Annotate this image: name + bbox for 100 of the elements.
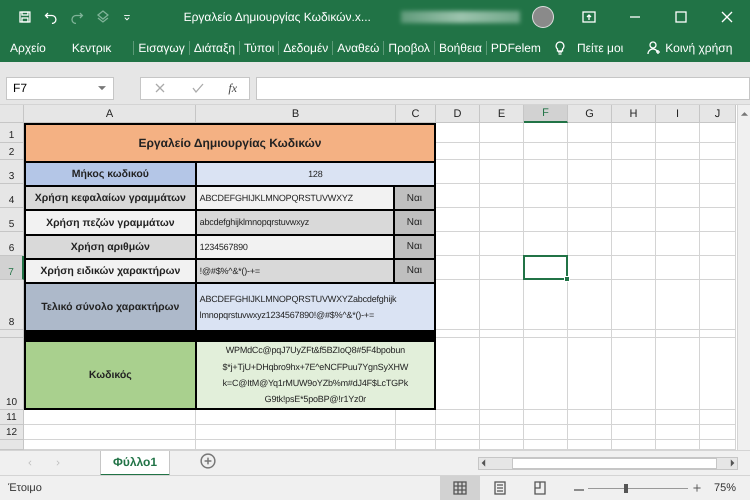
column-header[interactable]: C: [396, 105, 436, 123]
empty-cell[interactable]: [612, 280, 656, 330]
empty-cell[interactable]: [700, 256, 736, 280]
empty-cell[interactable]: [568, 425, 612, 440]
empty-cell[interactable]: [480, 280, 524, 330]
page-break-icon[interactable]: [532, 481, 547, 495]
empty-cell[interactable]: [196, 425, 396, 440]
redo-icon[interactable]: [70, 10, 84, 24]
row-header[interactable]: 12: [0, 425, 24, 440]
empty-cell[interactable]: [700, 425, 736, 440]
sheet-tab[interactable]: Φύλλο1: [100, 450, 170, 476]
empty-cell[interactable]: [524, 123, 568, 143]
touch-mode-icon[interactable]: [96, 10, 110, 24]
normal-view-icon[interactable]: [452, 481, 467, 495]
page-layout-icon[interactable]: [492, 481, 507, 495]
empty-cell[interactable]: [612, 330, 656, 338]
empty-cell[interactable]: [480, 143, 524, 160]
name-box[interactable]: F7: [6, 76, 114, 100]
column-header[interactable]: A: [24, 105, 196, 123]
ribbon-tab[interactable]: Διάταξη: [188, 40, 239, 54]
empty-cell[interactable]: [656, 410, 700, 425]
empty-cell[interactable]: [568, 410, 612, 425]
empty-cell[interactable]: [700, 410, 736, 425]
empty-cell[interactable]: [700, 330, 736, 338]
empty-cell[interactable]: [612, 425, 656, 440]
empty-cell[interactable]: [656, 123, 700, 143]
empty-cell[interactable]: [700, 160, 736, 184]
empty-cell[interactable]: [700, 143, 736, 160]
empty-cell[interactable]: [524, 184, 568, 208]
column-header[interactable]: J: [700, 105, 736, 123]
column-header[interactable]: B: [196, 105, 396, 123]
empty-cell[interactable]: [436, 410, 480, 425]
empty-cell[interactable]: [524, 338, 568, 410]
vertical-scrollbar[interactable]: [737, 105, 750, 450]
empty-cell[interactable]: [612, 184, 656, 208]
empty-cell[interactable]: [524, 330, 568, 338]
row-header[interactable]: 5: [0, 208, 24, 232]
empty-cell[interactable]: [656, 425, 700, 440]
empty-cell[interactable]: [612, 410, 656, 425]
zoom-level[interactable]: 75%: [714, 482, 736, 494]
tell-me-field[interactable]: Πείτε μοι: [576, 40, 624, 54]
cancel-icon[interactable]: [152, 81, 167, 95]
row-header[interactable]: 6: [0, 232, 24, 256]
empty-cell[interactable]: [480, 338, 524, 410]
horizontal-scrollbar[interactable]: [478, 456, 738, 470]
empty-cell[interactable]: [568, 232, 612, 256]
empty-cell[interactable]: [480, 184, 524, 208]
empty-cell[interactable]: [700, 184, 736, 208]
empty-cell[interactable]: [480, 123, 524, 143]
empty-cell[interactable]: [656, 184, 700, 208]
ribbon-tab[interactable]: PDFelem: [486, 40, 545, 54]
empty-cell[interactable]: [656, 232, 700, 256]
empty-cell[interactable]: [700, 280, 736, 330]
ribbon-tab[interactable]: Εισαγωγ: [133, 40, 189, 54]
row-header[interactable]: 2: [0, 143, 24, 160]
empty-cell[interactable]: [396, 425, 436, 440]
ribbon-tab[interactable]: Κεντρικ: [68, 40, 116, 54]
empty-cell[interactable]: [612, 160, 656, 184]
column-header[interactable]: F: [524, 105, 568, 123]
empty-cell[interactable]: [612, 143, 656, 160]
empty-cell[interactable]: [700, 232, 736, 256]
empty-cell[interactable]: [612, 256, 656, 280]
empty-cell[interactable]: [480, 410, 524, 425]
view-button[interactable]: [440, 476, 480, 500]
empty-cell[interactable]: [480, 208, 524, 232]
row-header[interactable]: [0, 440, 24, 450]
empty-cell[interactable]: [700, 338, 736, 410]
row-header[interactable]: 3: [0, 160, 24, 184]
empty-cell[interactable]: [612, 123, 656, 143]
fill-handle[interactable]: [564, 276, 570, 282]
row-header[interactable]: 1: [0, 123, 24, 143]
empty-cell[interactable]: [480, 425, 524, 440]
empty-cell[interactable]: [568, 184, 612, 208]
empty-cell[interactable]: [700, 208, 736, 232]
empty-cell[interactable]: [568, 338, 612, 410]
empty-cell[interactable]: [480, 232, 524, 256]
zoom-slider[interactable]: [588, 484, 688, 492]
empty-cell[interactable]: [568, 160, 612, 184]
empty-cell[interactable]: [656, 143, 700, 160]
empty-cell[interactable]: [568, 143, 612, 160]
empty-cell[interactable]: [656, 160, 700, 184]
empty-cell[interactable]: [524, 143, 568, 160]
row-header[interactable]: [0, 330, 24, 338]
column-header[interactable]: G: [568, 105, 612, 123]
select-all-corner[interactable]: [0, 105, 24, 123]
empty-cell[interactable]: [612, 208, 656, 232]
empty-cell[interactable]: [524, 425, 568, 440]
empty-cell[interactable]: [656, 256, 700, 280]
row-header[interactable]: 7: [0, 256, 24, 280]
ribbon-tab[interactable]: Βοήθεια: [434, 40, 486, 54]
share-button[interactable]: Κοινή χρήση: [647, 40, 732, 54]
empty-cell[interactable]: [612, 338, 656, 410]
column-header[interactable]: E: [480, 105, 524, 123]
cell-cursor[interactable]: [523, 255, 568, 280]
ribbon-tab[interactable]: Δεδομέν: [278, 40, 332, 54]
empty-cell[interactable]: [656, 208, 700, 232]
insert-function-button[interactable]: fx: [228, 80, 238, 96]
avatar-icon[interactable]: [532, 6, 554, 28]
empty-cell[interactable]: [568, 280, 612, 330]
row-header[interactable]: 11: [0, 410, 24, 425]
